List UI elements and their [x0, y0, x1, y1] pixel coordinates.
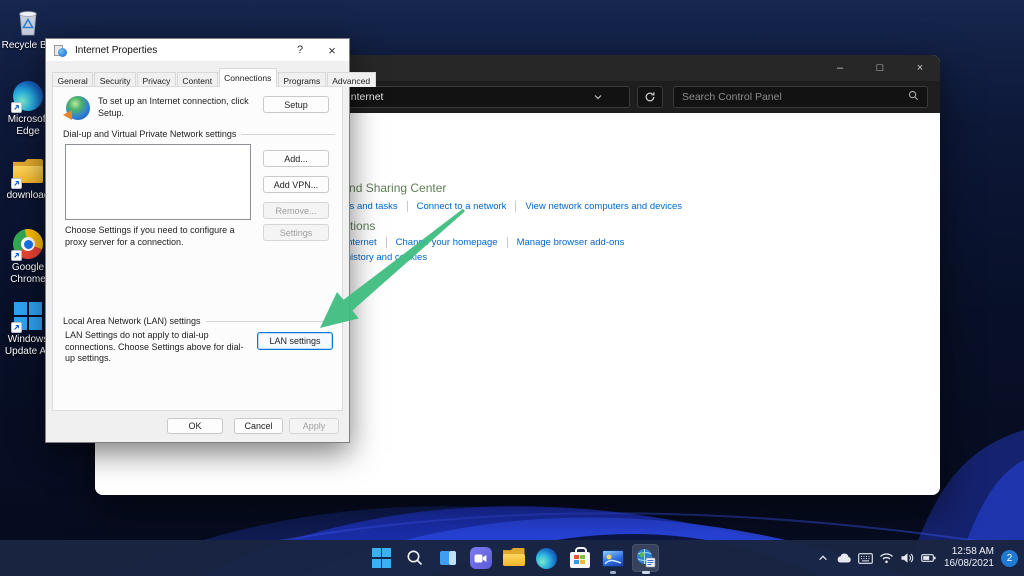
dialog-tabstrip: General Security Privacy Content Connect…: [52, 68, 377, 87]
clock[interactable]: 12:58 AM 16/08/2021: [944, 546, 994, 571]
link-change-homepage[interactable]: Change your homepage: [386, 237, 498, 248]
tab-content[interactable]: Content: [177, 72, 218, 87]
dialup-connections-list[interactable]: [65, 144, 251, 220]
internet-properties-icon: [635, 547, 657, 569]
link-view-network-computers[interactable]: View network computers and devices: [515, 201, 682, 212]
running-indicator: [610, 571, 616, 574]
dialog-title: Internet Properties: [75, 45, 157, 56]
shortcut-arrow-icon: [11, 322, 22, 333]
close-button[interactable]: ×: [900, 55, 940, 81]
windows-logo-icon: [12, 300, 44, 332]
notification-badge[interactable]: 2: [1001, 550, 1018, 567]
tab-general[interactable]: General: [52, 72, 93, 87]
battery-icon[interactable]: [919, 540, 938, 576]
control-panel-button[interactable]: [596, 540, 629, 576]
control-panel-search[interactable]: [673, 86, 928, 108]
wifi-icon[interactable]: [877, 540, 896, 576]
setup-hint: To set up an Internet connection, click …: [98, 96, 258, 119]
edge-icon: [536, 548, 557, 569]
chat-icon: [470, 547, 492, 569]
cancel-button[interactable]: Cancel: [234, 418, 283, 434]
link-connect-to-network[interactable]: Connect to a network: [407, 201, 507, 212]
connections-tab-panel: To set up an Internet connection, click …: [52, 86, 343, 411]
clock-date: 16/08/2021: [944, 558, 994, 571]
start-button[interactable]: [365, 540, 398, 576]
edge-icon: [12, 80, 44, 112]
close-icon[interactable]: ×: [319, 39, 345, 61]
store-button[interactable]: [563, 540, 596, 576]
ok-button[interactable]: OK: [167, 418, 223, 434]
edge-button[interactable]: [530, 540, 563, 576]
recycle-bin-icon: [12, 6, 44, 38]
search-icon: [405, 548, 425, 568]
remove-button[interactable]: Remove...: [263, 202, 329, 219]
internet-properties-dialog: Internet Properties ? × General Security…: [45, 38, 350, 443]
tab-connections[interactable]: Connections: [219, 68, 277, 87]
globe-icon: [63, 95, 91, 123]
chat-button[interactable]: [464, 540, 497, 576]
help-button[interactable]: ?: [287, 39, 313, 61]
start-icon: [372, 548, 392, 568]
task-view-icon: [438, 548, 458, 568]
add-vpn-button[interactable]: Add VPN...: [263, 176, 329, 193]
maximize-button[interactable]: □: [860, 55, 900, 81]
chrome-icon: [12, 228, 44, 260]
desktop-icon-label: download: [7, 190, 50, 202]
tab-privacy[interactable]: Privacy: [137, 72, 176, 87]
file-explorer-button[interactable]: [497, 540, 530, 576]
settings-button[interactable]: Settings: [263, 224, 329, 241]
taskbar: 12:58 AM 16/08/2021 2: [0, 540, 1024, 576]
choose-settings-hint: Choose Settings if you need to configure…: [65, 225, 257, 248]
dialog-titlebar: Internet Properties ? ×: [46, 39, 349, 61]
control-panel-icon: [602, 550, 624, 567]
chevron-down-icon[interactable]: [593, 92, 603, 105]
minimize-button[interactable]: –: [820, 55, 860, 81]
tab-security[interactable]: Security: [94, 72, 136, 87]
desktop: Recycle Bin Microsoft Edge download: [0, 0, 1024, 576]
file-explorer-icon: [502, 548, 526, 568]
task-view-button[interactable]: [431, 540, 464, 576]
apply-button[interactable]: Apply: [289, 418, 339, 434]
store-icon: [570, 552, 590, 568]
lan-group-header: Local Area Network (LAN) settings: [63, 316, 335, 326]
add-button[interactable]: Add...: [263, 150, 329, 167]
taskbar-center: [365, 540, 662, 576]
search-icon[interactable]: [908, 88, 919, 106]
refresh-button[interactable]: [637, 86, 663, 108]
running-indicator: [642, 571, 650, 574]
tab-programs[interactable]: Programs: [278, 72, 326, 87]
setup-button[interactable]: Setup: [263, 96, 329, 113]
chevron-up-icon[interactable]: [814, 540, 833, 576]
onedrive-cloud-icon[interactable]: [835, 540, 854, 576]
speaker-icon[interactable]: [898, 540, 917, 576]
shortcut-arrow-icon: [11, 250, 22, 261]
clock-time: 12:58 AM: [944, 546, 994, 559]
search-input[interactable]: [674, 91, 908, 103]
lan-settings-button[interactable]: LAN settings: [257, 332, 333, 350]
link-manage-addons[interactable]: Manage browser add-ons: [507, 237, 625, 248]
lan-hint: LAN Settings do not apply to dial-up con…: [65, 330, 251, 365]
system-tray: 12:58 AM 16/08/2021 2: [814, 540, 1024, 576]
shortcut-arrow-icon: [11, 102, 22, 113]
internet-properties-icon: [54, 44, 67, 57]
touch-keyboard-icon[interactable]: [856, 540, 875, 576]
tab-advanced[interactable]: Advanced: [327, 72, 376, 87]
folder-icon: [12, 156, 44, 188]
internet-properties-taskbar-button[interactable]: [629, 540, 662, 576]
dialup-group-header: Dial-up and Virtual Private Network sett…: [63, 129, 335, 139]
shortcut-arrow-icon: [11, 178, 22, 189]
search-button[interactable]: [398, 540, 431, 576]
